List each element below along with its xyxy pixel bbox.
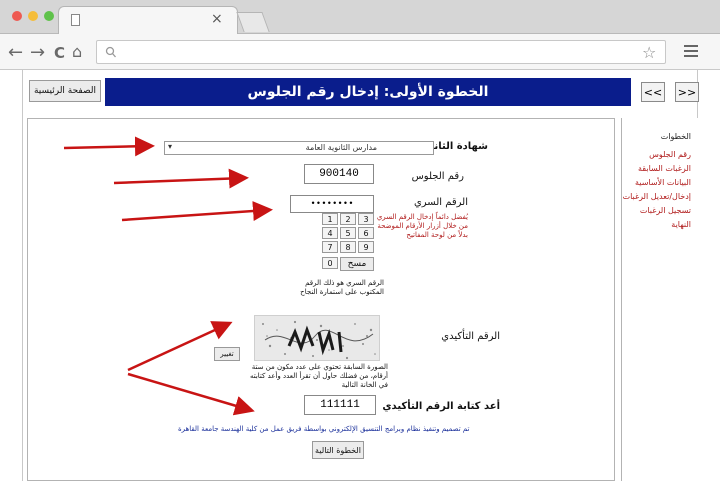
certificate-select-value: مدارس الثانوية العامة	[305, 143, 377, 152]
search-icon	[105, 46, 116, 58]
browser-window: × ← → C ⌂ ☆ الصفحة الرئيسية الخطوة الأول…	[0, 0, 720, 481]
seat-number-input[interactable]: 900140	[304, 164, 374, 184]
tab-bar: ×	[0, 0, 720, 34]
keypad-key-1[interactable]: 1	[322, 213, 338, 225]
clear-button[interactable]: مسح	[340, 257, 374, 271]
reload-icon[interactable]: C	[54, 44, 65, 62]
password-hint: يُفضل دائماً إدخال الرقم السري من خلال أ…	[376, 213, 468, 239]
seat-number-label: رقم الجلوس	[411, 171, 464, 182]
header-row: الصفحة الرئيسية الخطوة الأولى: إدخال رقم…	[23, 78, 699, 106]
dropdown-caret-icon: ▾	[168, 142, 173, 151]
keypad-key-0[interactable]: 0	[322, 257, 338, 269]
captcha-refresh-button[interactable]: تغيير	[214, 347, 240, 361]
footer-credit-link[interactable]: تم تصميم وتنفيذ نظام وبرامج التنسيق الإل…	[178, 425, 470, 433]
certificate-select[interactable]: ▾ مدارس الثانوية العامة	[164, 141, 434, 155]
keypad-key-9[interactable]: 9	[358, 241, 374, 253]
address-bar[interactable]	[96, 40, 666, 64]
back-icon[interactable]: ←	[8, 42, 23, 63]
keypad-key-5[interactable]: 5	[340, 227, 356, 239]
sidebar-item-previous-choices[interactable]: الرغبات السابقة	[638, 164, 691, 173]
page-content: الصفحة الرئيسية الخطوة الأولى: إدخال رقم…	[0, 70, 720, 481]
sidebar-item-seat-number[interactable]: رقم الجلوس	[649, 150, 691, 159]
steps-sidebar: الخطوات رقم الجلوس الرغبات السابقة البيا…	[621, 118, 699, 481]
browser-tab[interactable]: ×	[58, 6, 238, 34]
next-step-button[interactable]: الخطوة التالية	[312, 441, 364, 459]
page-title: الخطوة الأولى: إدخال رقم الجلوس	[105, 78, 631, 106]
confirm-captcha-input[interactable]: 111111	[304, 395, 376, 415]
password-note: الرقم السري هو ذلك الرقم المكتوب على است…	[300, 279, 384, 296]
toolbar: ← → C ⌂ ☆	[0, 34, 720, 70]
minimize-window-button[interactable]	[28, 11, 38, 21]
keypad-key-6[interactable]: 6	[358, 227, 374, 239]
captcha-image	[254, 315, 380, 361]
sidebar-item-edit-choices[interactable]: إدخال/تعديل الرغبات	[623, 192, 691, 201]
confirm-captcha-label: أعد كتابة الرقم التأكيدي	[382, 401, 500, 412]
prev-step-button[interactable]: <<	[641, 82, 665, 102]
next-step-arrow-button[interactable]: >>	[675, 82, 699, 102]
home-page-button[interactable]: الصفحة الرئيسية	[29, 80, 101, 102]
password-label: الرقم السري	[413, 197, 468, 208]
page-icon	[71, 14, 80, 26]
keypad-key-7[interactable]: 7	[322, 241, 338, 253]
maximize-window-button[interactable]	[44, 11, 54, 21]
page-shell: الصفحة الرئيسية الخطوة الأولى: إدخال رقم…	[22, 70, 699, 481]
keypad-key-4[interactable]: 4	[322, 227, 338, 239]
keypad-key-2[interactable]: 2	[340, 213, 356, 225]
home-icon[interactable]: ⌂	[72, 42, 82, 61]
close-tab-icon[interactable]: ×	[211, 11, 223, 27]
menu-icon[interactable]	[684, 45, 698, 60]
captcha-label: الرقم التأكيدي	[441, 331, 500, 342]
bookmark-star-icon[interactable]: ☆	[642, 43, 656, 62]
sidebar-title: الخطوات	[660, 132, 691, 141]
close-window-button[interactable]	[12, 11, 22, 21]
password-input[interactable]: ••••••••	[290, 195, 374, 213]
sidebar-item-end[interactable]: النهاية	[671, 220, 691, 229]
keypad-key-8[interactable]: 8	[340, 241, 356, 253]
forward-icon[interactable]: →	[30, 42, 45, 63]
new-tab-button[interactable]	[236, 12, 270, 32]
captcha-note: الصورة السابقة تحتوي على عدد مكون من ستة…	[249, 363, 388, 389]
captcha-noise	[262, 320, 376, 360]
keypad-key-3[interactable]: 3	[358, 213, 374, 225]
form-panel: شهادة الثانوية ▾ مدارس الثانوية العامة ر…	[27, 118, 615, 481]
sidebar-item-register-choices[interactable]: تسجيل الرغبات	[640, 206, 691, 215]
sidebar-item-basic-data[interactable]: البيانات الأساسية	[635, 178, 691, 187]
